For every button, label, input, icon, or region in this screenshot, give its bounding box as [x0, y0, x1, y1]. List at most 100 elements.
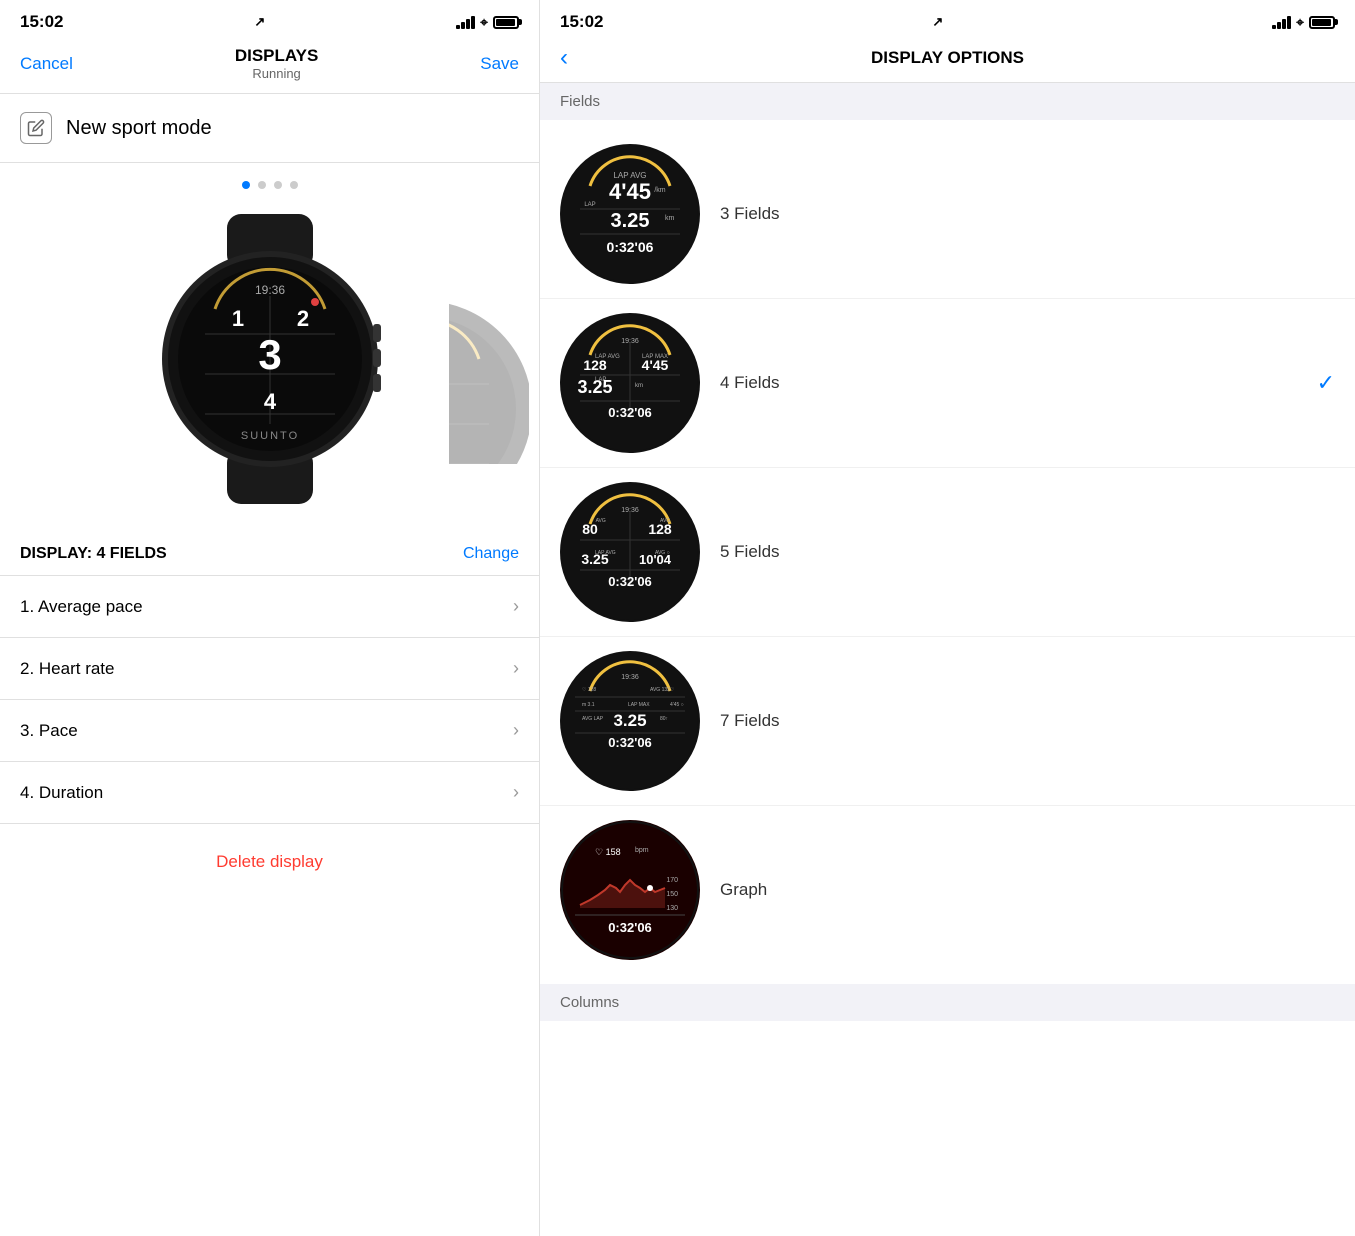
option-5fields[interactable]: 19:36 ♡ AVG 80 AVG 128 LAP AVG 3.25 AVG …: [540, 468, 1355, 637]
sport-mode-row[interactable]: New sport mode: [0, 94, 539, 163]
cancel-button[interactable]: Cancel: [20, 54, 73, 74]
svg-text:0:32'06: 0:32'06: [607, 239, 654, 255]
field-item-4[interactable]: 4. Duration ›: [0, 762, 539, 824]
fields-section-header: Fields: [540, 83, 1355, 120]
svg-text:/km: /km: [654, 187, 665, 194]
signal-bars: [456, 16, 475, 29]
option-label-7fields: 7 Fields: [720, 711, 1335, 731]
right-wifi-icon: ⌖: [1296, 14, 1304, 31]
svg-text:19:36: 19:36: [621, 674, 639, 681]
svg-text:km: km: [665, 215, 675, 222]
edit-icon: [20, 112, 52, 144]
option-graph[interactable]: ♡ 158 bpm 170 150 130 0:32'06: [540, 806, 1355, 974]
sport-mode-label: New sport mode: [66, 117, 212, 140]
svg-text:19:36: 19:36: [254, 283, 284, 297]
wifi-icon: ⌖: [480, 14, 488, 31]
svg-text:0:32'06: 0:32'06: [608, 405, 652, 420]
field-label-3: 3. Pace: [20, 721, 78, 741]
svg-text:128: 128: [648, 521, 672, 537]
thumbnail-3fields: LAP AVG 4'45 /km LAP 3.25 km 0:32'06: [560, 144, 700, 284]
svg-text:3.25: 3.25: [581, 551, 608, 567]
thumbnail-7fields: 19:36 ♡ 128 AVG 132♡ m 3.1 LAP MAX 4'45 …: [560, 651, 700, 791]
field-item-2[interactable]: 2. Heart rate ›: [0, 638, 539, 700]
field-label-2: 2. Heart rate: [20, 659, 115, 679]
svg-text:km: km: [635, 383, 643, 389]
dot-1[interactable]: [242, 181, 250, 189]
right-signal-bars: [1272, 16, 1291, 29]
dot-4[interactable]: [290, 181, 298, 189]
option-label-graph: Graph: [720, 880, 1335, 900]
option-label-3fields: 3 Fields: [720, 204, 1335, 224]
columns-section-header: Columns: [540, 984, 1355, 1021]
svg-text:130: 130: [666, 905, 678, 912]
svg-text:3: 3: [258, 331, 281, 378]
thumbnail-graph: ♡ 158 bpm 170 150 130 0:32'06: [560, 820, 700, 960]
left-status-bar: 15:02 ↗ ⌖: [0, 0, 539, 38]
field-item-3[interactable]: 3. Pace ›: [0, 700, 539, 762]
svg-text:bpm: bpm: [635, 847, 649, 854]
svg-text:m 3.1: m 3.1: [582, 702, 595, 708]
left-status-icons: ⌖: [456, 14, 519, 31]
field-label-4: 4. Duration: [20, 783, 103, 803]
svg-text:0:32'06: 0:32'06: [608, 920, 652, 935]
right-panel: 15:02 ↗ ⌖ ‹ DISPLAY OPTIONS Fields LAP A: [540, 0, 1355, 1236]
svg-text:10'04: 10'04: [639, 552, 672, 567]
nav-title: DISPLAYS Running: [235, 46, 318, 81]
svg-text:3.25: 3.25: [611, 210, 650, 232]
right-status-bar: 15:02 ↗ ⌖: [540, 0, 1355, 38]
svg-text:LAP MAX: LAP MAX: [628, 702, 650, 708]
selected-checkmark: ✓: [1317, 370, 1335, 396]
svg-text:80↑: 80↑: [660, 716, 668, 722]
field-label-1: 1. Average pace: [20, 597, 143, 617]
option-label-5fields: 5 Fields: [720, 542, 1335, 562]
left-nav-bar: Cancel DISPLAYS Running Save: [0, 38, 539, 94]
nav-title-sub: Running: [235, 66, 318, 81]
svg-text:♡ 128: ♡ 128: [582, 687, 596, 693]
next-watch-peek: 19 1 3 5: [449, 264, 529, 464]
svg-text:♡ 158: ♡ 158: [595, 847, 621, 857]
field-list: 1. Average pace › 2. Heart rate › 3. Pac…: [0, 575, 539, 824]
svg-text:4'45: 4'45: [642, 357, 669, 373]
svg-text:0:32'06: 0:32'06: [608, 735, 652, 750]
svg-text:4: 4: [263, 389, 276, 414]
right-time: 15:02: [560, 12, 603, 32]
chevron-right-icon-2: ›: [513, 658, 519, 679]
option-7fields[interactable]: 19:36 ♡ 128 AVG 132♡ m 3.1 LAP MAX 4'45 …: [540, 637, 1355, 806]
battery-icon: [493, 16, 519, 29]
right-battery-icon: [1309, 16, 1335, 29]
option-3fields[interactable]: LAP AVG 4'45 /km LAP 3.25 km 0:32'06 3 F…: [540, 130, 1355, 299]
page-dots: [0, 163, 539, 199]
svg-text:80: 80: [582, 521, 598, 537]
right-nav-bar: ‹ DISPLAY OPTIONS: [540, 38, 1355, 83]
field-item-1[interactable]: 1. Average pace ›: [0, 576, 539, 638]
chevron-right-icon-3: ›: [513, 720, 519, 741]
option-list: LAP AVG 4'45 /km LAP 3.25 km 0:32'06 3 F…: [540, 120, 1355, 984]
dot-3[interactable]: [274, 181, 282, 189]
delete-display-button[interactable]: Delete display: [0, 824, 539, 900]
svg-text:4'45: 4'45: [609, 179, 651, 204]
change-button[interactable]: Change: [463, 545, 519, 563]
watch-display-area: 19:36 1 2 3 4 SUUNTO 19: [0, 199, 539, 529]
display-title: DISPLAY: 4 FIELDS: [20, 545, 167, 563]
right-location-icon: ↗: [932, 14, 943, 30]
left-time: 15:02: [20, 12, 63, 32]
save-button[interactable]: Save: [480, 54, 519, 74]
svg-text:SUUNTO: SUUNTO: [240, 430, 298, 442]
main-watch-svg: 19:36 1 2 3 4 SUUNTO: [155, 214, 385, 504]
back-button[interactable]: ‹: [560, 46, 568, 70]
option-label-4fields: 4 Fields: [720, 373, 1297, 393]
dot-2[interactable]: [258, 181, 266, 189]
thumbnail-5fields: 19:36 ♡ AVG 80 AVG 128 LAP AVG 3.25 AVG …: [560, 482, 700, 622]
svg-text:AVG LAP: AVG LAP: [582, 716, 604, 722]
svg-text:LAP: LAP: [584, 202, 595, 208]
svg-text:170: 170: [666, 877, 678, 884]
location-icon: ↗: [254, 14, 265, 30]
display-header: DISPLAY: 4 FIELDS Change: [0, 529, 539, 575]
svg-text:3.25: 3.25: [613, 711, 646, 730]
svg-text:4'45 ○: 4'45 ○: [670, 702, 684, 708]
option-4fields[interactable]: 19:36 LAP AVG 128 LAP MAX 4'45 3.25 km L…: [540, 299, 1355, 468]
right-status-icons: ⌖: [1272, 14, 1335, 31]
chevron-right-icon-4: ›: [513, 782, 519, 803]
nav-title-main: DISPLAYS: [235, 46, 318, 66]
right-nav-title: DISPLAY OPTIONS: [871, 48, 1024, 68]
